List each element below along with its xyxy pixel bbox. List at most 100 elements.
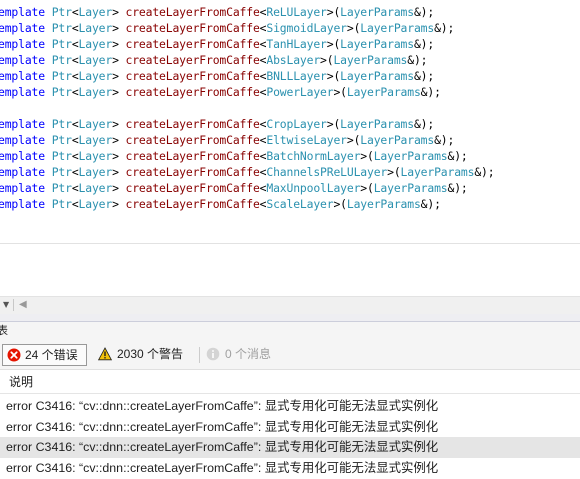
type-token: Ptr: [51, 117, 72, 131]
param-type-token: LayerParams: [340, 5, 414, 19]
type-token: Ptr: [51, 69, 72, 83]
function-name-token: createLayerFromCaffe: [125, 85, 260, 99]
punctuation-token: >: [112, 117, 126, 131]
type-token: Layer: [78, 5, 113, 19]
template-arg-token: ChannelsPReLULayer: [266, 165, 388, 179]
type-token: Layer: [78, 37, 113, 51]
punctuation-token: &);: [434, 21, 455, 35]
code-line[interactable]: emplate Ptr<Layer> createLayerFromCaffe<…: [0, 84, 441, 100]
error-row[interactable]: error C3416: “cv::dnn::createLayerFromCa…: [0, 396, 580, 417]
punctuation-token: >(: [360, 149, 374, 163]
punctuation-token: <: [71, 21, 79, 35]
code-line[interactable]: emplate Ptr<Layer> createLayerFromCaffe<…: [0, 52, 428, 68]
type-token: Ptr: [51, 53, 72, 67]
punctuation-token: >(: [326, 5, 341, 19]
punctuation-token: &);: [413, 5, 435, 19]
template-arg-token: MaxUnpoolLayer: [266, 181, 361, 195]
error-row[interactable]: error C3416: “cv::dnn::createLayerFromCa…: [0, 437, 580, 458]
code-line[interactable]: emplate Ptr<Layer> createLayerFromCaffe<…: [0, 180, 468, 196]
warnings-filter-button[interactable]: 2030 个警告: [94, 344, 194, 366]
type-token: Ptr: [51, 149, 72, 163]
function-name-token: createLayerFromCaffe: [125, 117, 260, 131]
punctuation-token: >(: [326, 69, 341, 83]
type-token: Ptr: [51, 165, 72, 179]
errors-filter-button[interactable]: 24 个错误: [2, 344, 87, 366]
type-token: Ptr: [51, 181, 72, 195]
info-icon: [206, 347, 220, 361]
punctuation-token: >: [112, 197, 126, 211]
code-line[interactable]: emplate Ptr<Layer> createLayerFromCaffe<…: [0, 196, 441, 212]
type-token: Layer: [78, 133, 113, 147]
param-type-token: LayerParams: [340, 37, 414, 51]
function-name-token: createLayerFromCaffe: [125, 181, 260, 195]
template-arg-token: ReLULayer: [266, 5, 327, 19]
code-line[interactable]: emplate Ptr<Layer> createLayerFromCaffe<…: [0, 132, 454, 148]
punctuation-token: <: [71, 5, 79, 19]
punctuation-token: &);: [447, 181, 468, 195]
editor-blank-area[interactable]: [0, 244, 580, 296]
punctuation-token: >: [112, 53, 126, 67]
keyword-token: emplate: [0, 133, 45, 147]
punctuation-token: >: [112, 37, 126, 51]
template-arg-token: TanHLayer: [266, 37, 327, 51]
horizontal-scrollbar[interactable]: ▼ ◀: [0, 296, 580, 314]
type-token: Ptr: [51, 37, 72, 51]
keyword-token: emplate: [0, 37, 45, 51]
keyword-token: emplate: [0, 181, 45, 195]
error-row[interactable]: error C3416: “cv::dnn::createLayerFromCa…: [0, 458, 580, 479]
keyword-token: emplate: [0, 85, 45, 99]
template-arg-token: ScaleLayer: [266, 197, 334, 211]
code-line[interactable]: emplate Ptr<Layer> createLayerFromCaffe<…: [0, 36, 434, 52]
punctuation-token: >: [112, 181, 126, 195]
param-type-token: LayerParams: [400, 165, 475, 179]
type-token: Layer: [78, 181, 113, 195]
code-line[interactable]: emplate Ptr<Layer> createLayerFromCaffe<…: [0, 164, 495, 180]
code-editor[interactable]: emplate Ptr<Layer> createLayerFromCaffe<…: [0, 0, 580, 243]
function-name-token: createLayerFromCaffe: [125, 197, 260, 211]
code-line[interactable]: emplate Ptr<Layer> createLayerFromCaffe<…: [0, 148, 468, 164]
punctuation-token: <: [71, 53, 79, 67]
panel-splitter[interactable]: [0, 314, 580, 322]
punctuation-token: &);: [420, 197, 441, 211]
punctuation-token: >: [112, 133, 126, 147]
param-type-token: LayerParams: [360, 133, 435, 147]
code-line[interactable]: emplate Ptr<Layer> createLayerFromCaffe<…: [0, 20, 454, 36]
template-arg-token: BNLLLayer: [266, 69, 327, 83]
function-name-token: createLayerFromCaffe: [125, 69, 260, 83]
messages-filter-button[interactable]: 0 个消息: [203, 344, 283, 366]
zoom-dropdown-icon[interactable]: ▼: [3, 300, 9, 310]
punctuation-token: >: [112, 149, 126, 163]
code-line[interactable]: emplate Ptr<Layer> createLayerFromCaffe<…: [0, 68, 434, 84]
type-token: Layer: [78, 149, 113, 163]
description-column-header[interactable]: 说明: [0, 370, 580, 394]
punctuation-token: >(: [360, 181, 374, 195]
punctuation-token: >(: [326, 37, 341, 51]
error-row[interactable]: error C3416: “cv::dnn::createLayerFromCa…: [0, 417, 580, 438]
code-line[interactable]: emplate Ptr<Layer> createLayerFromCaffe<…: [0, 116, 434, 132]
keyword-token: emplate: [0, 5, 45, 19]
type-token: Layer: [78, 53, 113, 67]
param-type-token: LayerParams: [333, 53, 408, 67]
errors-filter-label: 24 个错误: [25, 348, 78, 362]
punctuation-token: >: [112, 69, 126, 83]
type-token: Ptr: [51, 133, 72, 147]
punctuation-token: &);: [447, 149, 468, 163]
punctuation-token: >: [112, 165, 126, 179]
code-line[interactable]: emplate Ptr<Layer> createLayerFromCaffe<…: [0, 4, 434, 20]
punctuation-token: >(: [346, 133, 361, 147]
punctuation-token: <: [71, 37, 79, 51]
template-arg-token: CropLayer: [266, 117, 327, 131]
punctuation-token: &);: [434, 133, 455, 147]
punctuation-token: <: [71, 165, 79, 179]
punctuation-token: >(: [346, 21, 361, 35]
scrollbar-separator: [13, 299, 14, 311]
punctuation-token: <: [71, 133, 79, 147]
type-token: Ptr: [51, 21, 72, 35]
scroll-left-icon[interactable]: ◀: [19, 298, 27, 312]
error-row-text: error C3416: “cv::dnn::createLayerFromCa…: [6, 420, 439, 434]
